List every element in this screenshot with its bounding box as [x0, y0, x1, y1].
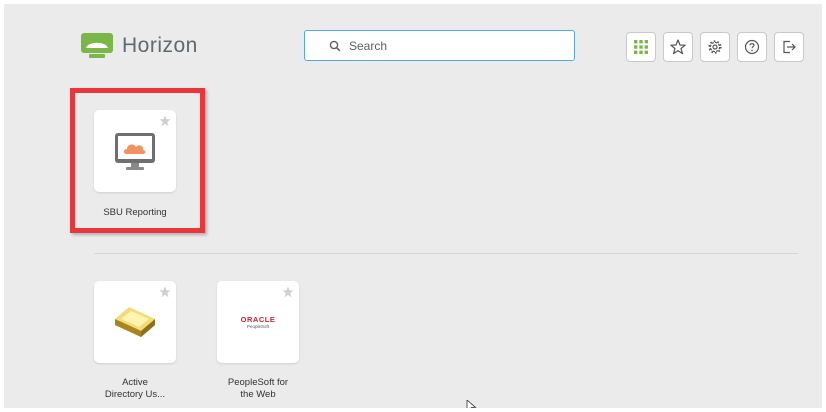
app-label-line: the Web: [240, 389, 276, 400]
star-icon: [670, 39, 686, 55]
horizon-logo: Horizon: [80, 31, 198, 61]
app-tile-sbu-reporting[interactable]: [94, 110, 176, 192]
oracle-logo-text: ORACLE: [240, 315, 276, 324]
logout-button[interactable]: [774, 32, 804, 62]
settings-button[interactable]: [700, 32, 730, 62]
app-label-peoplesoft: PeopleSoft for the Web: [203, 377, 313, 401]
favorite-star-icon[interactable]: [159, 115, 171, 127]
peoplesoft-logo-text: PeopleSoft: [246, 324, 270, 329]
app-tile-active-directory[interactable]: [94, 281, 176, 363]
favorites-button[interactable]: [663, 32, 693, 62]
remote-desktop-icon: [115, 133, 155, 170]
mouse-cursor-icon: [466, 400, 477, 408]
active-directory-icon: [115, 307, 155, 337]
app-label-sbu-reporting: SBU Reporting: [103, 207, 167, 218]
favorite-star-icon[interactable]: [159, 286, 171, 298]
app-label-line: Active: [122, 377, 148, 388]
gear-icon: [708, 40, 722, 54]
oracle-peoplesoft-icon: ORACLE PeopleSoft: [217, 315, 299, 330]
favorite-star-icon[interactable]: [282, 286, 294, 298]
section-divider: [94, 253, 798, 254]
search-box[interactable]: [304, 30, 575, 61]
app-label-active-directory: Active Directory Us...: [80, 377, 190, 401]
grid-icon: [634, 40, 648, 54]
logo-text: Horizon: [122, 34, 198, 57]
horizon-portal: Horizon Search SBU Reporting Active Dire…: [4, 4, 822, 408]
logout-icon: [783, 40, 796, 54]
apps-grid-button[interactable]: [626, 32, 656, 62]
search-input[interactable]: [349, 38, 549, 53]
header-toolbar: [626, 32, 804, 62]
app-label-line: Directory Us...: [104, 389, 166, 400]
search-icon: [329, 40, 341, 51]
help-button[interactable]: [737, 32, 767, 62]
app-tile-peoplesoft[interactable]: ORACLE PeopleSoft: [217, 281, 299, 363]
horizon-logo-icon: [81, 33, 113, 58]
app-label-line: PeopleSoft for: [227, 377, 289, 388]
help-icon: [744, 39, 760, 55]
